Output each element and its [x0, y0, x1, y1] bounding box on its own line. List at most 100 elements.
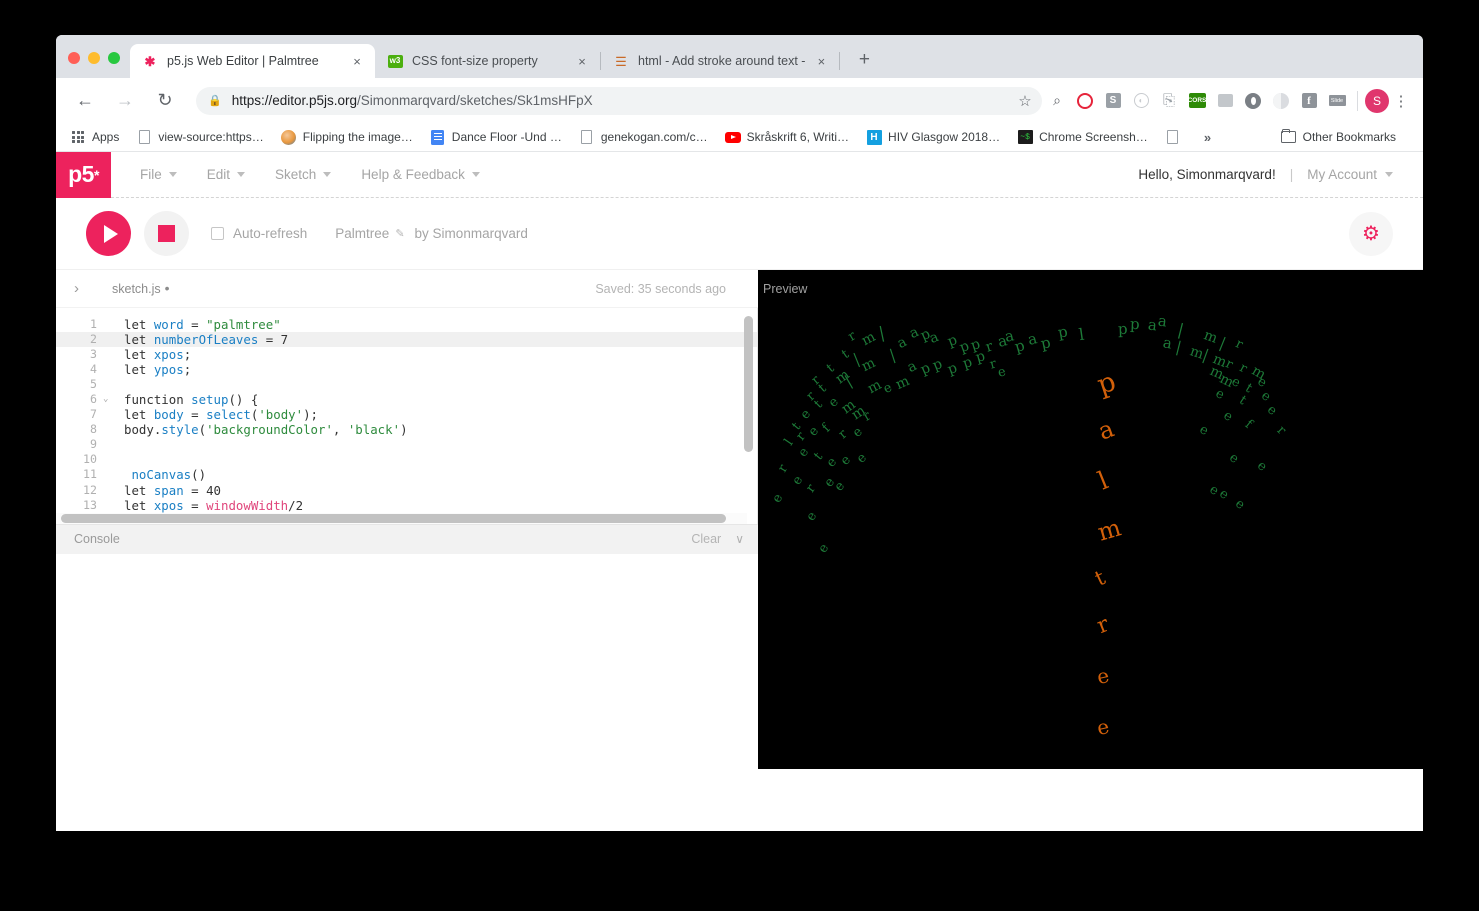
leaf-glyph: a: [894, 333, 910, 353]
forward-icon[interactable]: →: [110, 86, 140, 116]
line-number: 9: [90, 437, 97, 452]
google-docs-icon: [430, 129, 446, 145]
console-header[interactable]: Console Clear ∨: [56, 523, 758, 554]
auto-refresh-checkbox[interactable]: [211, 227, 224, 240]
chat-extension-icon[interactable]: [1212, 88, 1238, 114]
code-line[interactable]: 2 let numberOfLeaves = 7: [56, 332, 757, 348]
code-line[interactable]: 1 let word = "palmtree": [56, 317, 757, 332]
file-tab-sketch-js[interactable]: sketch.js •: [112, 281, 170, 295]
fold-toggle-icon[interactable]: [103, 347, 113, 362]
reload-icon[interactable]: ↻: [150, 86, 180, 116]
bookmark-flipping-image[interactable]: Flipping the image…: [281, 129, 413, 145]
code-line[interactable]: 4 let ypos;: [56, 362, 757, 377]
code-line[interactable]: 3 let xpos;: [56, 347, 757, 362]
fold-toggle-icon[interactable]: [103, 407, 113, 422]
editor-horizontal-scroll-track[interactable]: [56, 512, 747, 524]
p5-logo[interactable]: p5 *: [56, 151, 111, 198]
fold-toggle-icon[interactable]: [103, 377, 113, 392]
facebook-icon[interactable]: f: [1296, 88, 1322, 114]
bookmark-skraaskrift[interactable]: Skråskrift 6, Writi…: [724, 129, 849, 145]
sketch-canvas[interactable]: l a p p p a a r p p p a p a a | m r t | m | a p p p p p r e t m | m e m r t r t…: [758, 270, 1423, 769]
bookmark-genekogan[interactable]: genekogan.com/c…: [579, 129, 708, 145]
cast-icon[interactable]: ⌕: [1044, 88, 1070, 114]
slide-extension-icon[interactable]: Slide: [1324, 88, 1350, 114]
fold-toggle-icon[interactable]: [103, 362, 113, 377]
menu-edit[interactable]: Edit: [192, 167, 260, 182]
code-line[interactable]: 7 let body = select('body');: [56, 407, 757, 422]
chrome-menu-icon[interactable]: ⋮: [1389, 92, 1413, 110]
chevron-down-icon[interactable]: ∨: [735, 532, 744, 546]
fold-toggle-icon[interactable]: [103, 498, 113, 513]
bookmark-hiv-glasgow[interactable]: H HIV Glasgow 2018…: [866, 129, 1000, 145]
code-editor[interactable]: 1 let word = "palmtree" 2 let numberOfLeave…: [56, 308, 758, 524]
stop-button[interactable]: [144, 211, 189, 256]
code-line[interactable]: 5: [56, 377, 757, 392]
menu-sketch[interactable]: Sketch: [260, 167, 346, 182]
code-text: let xpos;: [124, 347, 192, 363]
bookmark-view-source[interactable]: view-source:https…: [136, 129, 264, 145]
leaf-glyph: p: [960, 354, 975, 372]
opera-icon[interactable]: [1072, 88, 1098, 114]
code-line[interactable]: 6 ⌄ function setup() {: [56, 392, 757, 407]
editor-vertical-scrollbar[interactable]: [744, 316, 753, 452]
chevron-down-icon: [168, 172, 177, 177]
fold-toggle-icon[interactable]: [103, 467, 113, 482]
my-account-menu[interactable]: My Account: [1307, 167, 1393, 182]
code-line[interactable]: 8 body.style('backgroundColor', 'black'): [56, 422, 757, 437]
auto-refresh-toggle[interactable]: Auto-refresh: [211, 226, 307, 241]
bookmark-untitled[interactable]: [1165, 129, 1187, 145]
menu-file[interactable]: File: [125, 167, 192, 182]
code-line[interactable]: 10: [56, 452, 757, 467]
fold-toggle-icon[interactable]: [103, 332, 113, 347]
address-bar[interactable]: 🔒 https://editor.p5js.org/Simonmarqvard/…: [196, 86, 1042, 115]
bookmark-dance-floor[interactable]: Dance Floor -Und …: [430, 129, 562, 145]
settings-button[interactable]: ⚙: [1349, 211, 1393, 256]
bookmark-chrome-screenshot[interactable]: ~$ Chrome Screensh…: [1017, 129, 1148, 145]
close-window-button[interactable]: [68, 52, 80, 64]
close-icon[interactable]: ×: [813, 53, 829, 69]
droplet-icon[interactable]: [1240, 88, 1266, 114]
tab-p5js-editor[interactable]: ✱ p5.js Web Editor | Palmtree ×: [130, 44, 375, 78]
back-icon[interactable]: ←: [70, 86, 100, 116]
code-line[interactable]: 11 noCanvas(): [56, 467, 757, 482]
fold-toggle-icon[interactable]: [103, 422, 113, 437]
line-number: 1: [90, 317, 97, 331]
sketch-name[interactable]: Palmtree ✎: [335, 226, 404, 241]
new-tab-button[interactable]: +: [850, 46, 878, 74]
leaf-glyph: p: [918, 359, 933, 379]
page-icon: [1165, 129, 1181, 145]
code-line[interactable]: 13 let xpos = windowWidth/2: [56, 498, 757, 513]
close-icon[interactable]: ×: [349, 53, 365, 69]
maximize-window-button[interactable]: [108, 52, 120, 64]
s-extension-icon[interactable]: S: [1100, 88, 1126, 114]
fold-toggle-icon[interactable]: [103, 317, 113, 332]
cors-icon[interactable]: CORS: [1184, 88, 1210, 114]
fold-toggle-icon[interactable]: [103, 452, 113, 467]
bookmarks-overflow-icon[interactable]: »: [1204, 130, 1211, 145]
bookmark-apps[interactable]: Apps: [70, 129, 119, 145]
avatar[interactable]: S: [1365, 88, 1389, 113]
play-button[interactable]: [86, 211, 131, 256]
code-line[interactable]: 9: [56, 437, 757, 452]
menu-help-feedback[interactable]: Help & Feedback: [346, 167, 495, 182]
fold-toggle-icon[interactable]: [103, 483, 113, 498]
fold-toggle-icon[interactable]: ⌄: [103, 392, 113, 407]
code-line[interactable]: 12 let span = 40: [56, 483, 757, 498]
clear-console-button[interactable]: Clear: [691, 532, 721, 546]
close-icon[interactable]: ×: [574, 53, 590, 69]
pencil-icon[interactable]: ✎: [395, 227, 404, 240]
expand-sidebar-icon[interactable]: ›: [74, 280, 79, 297]
leaf-glyph: p: [930, 355, 945, 375]
other-bookmarks-folder[interactable]: Other Bookmarks: [1281, 128, 1396, 145]
minimize-window-button[interactable]: [88, 52, 100, 64]
fold-toggle-icon[interactable]: [103, 437, 113, 452]
editor-horizontal-scrollbar[interactable]: [61, 513, 726, 523]
bookmark-star-icon[interactable]: ☆: [1012, 88, 1038, 114]
tab-stackoverflow[interactable]: ☰ html - Add stroke around text - ×: [601, 44, 839, 78]
skype-icon[interactable]: ⎘: [1156, 88, 1182, 114]
circle-extension-icon[interactable]: ◐: [1128, 88, 1154, 114]
half-circle-icon[interactable]: [1268, 88, 1294, 114]
tab-css-font-size[interactable]: w3 CSS font-size property ×: [375, 44, 600, 78]
leaf-glyph: a: [904, 357, 920, 377]
